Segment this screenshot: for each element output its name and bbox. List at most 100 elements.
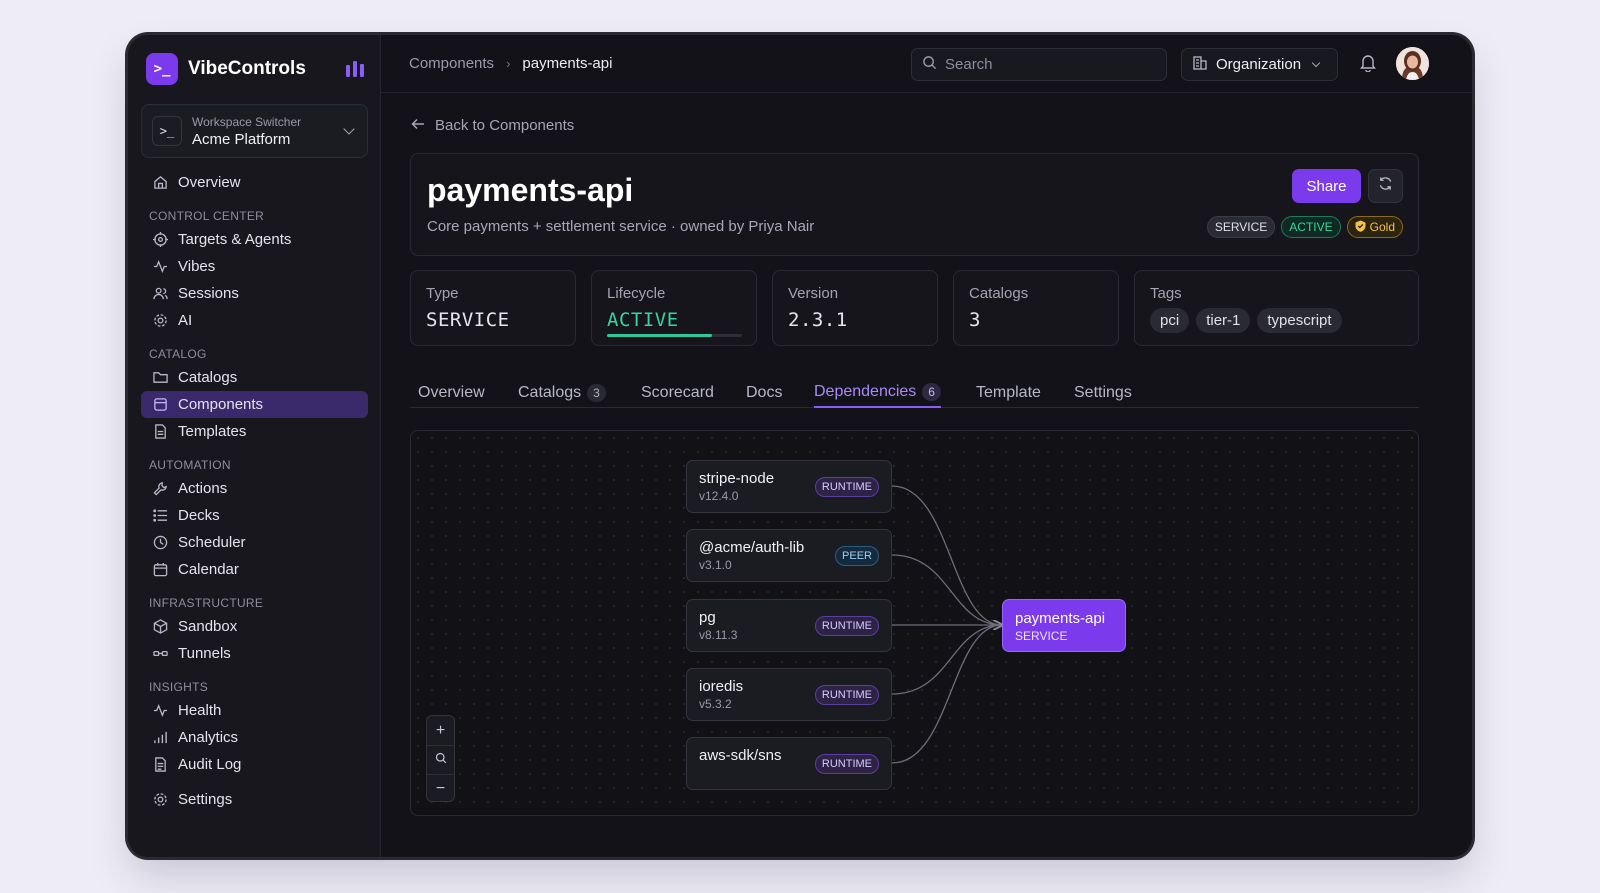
bell-icon[interactable] [1359,53,1377,77]
zoom-in-button[interactable]: + [427,716,454,745]
sidebar-item-audit-log[interactable]: Audit Log [141,751,368,778]
back-to-components-link[interactable]: Back to Components [411,117,574,134]
sidebar-item-health[interactable]: Health [141,697,368,724]
tag-chip[interactable]: tier-1 [1196,308,1251,333]
dependency-version: v8.11.3 [699,628,738,642]
dependency-name: aws-sdk/sns [699,747,782,764]
sidebar-item-label: Audit Log [178,756,242,773]
user-avatar[interactable] [1396,47,1429,80]
sidebar-item-targets-agents[interactable]: Targets & Agents [141,226,368,253]
sidebar-item-ai[interactable]: AI [141,307,368,334]
sidebar-item-overview[interactable]: Overview [141,169,368,196]
search-box[interactable] [911,48,1167,81]
tab-label: Dependencies [814,382,917,400]
dependency-name: ioredis [699,678,744,695]
nav-section-title: INFRASTRUCTURE [149,596,264,610]
wrench-icon [151,480,169,498]
tab-settings[interactable]: Settings [1074,377,1132,408]
lifecycle-progress-fill [607,334,713,337]
sidebar-item-scheduler[interactable]: Scheduler [141,529,368,556]
organization-dropdown[interactable]: Organization [1181,48,1338,81]
workspace-switcher[interactable]: >_ Workspace Switcher Acme Platform [141,104,368,158]
zoom-out-button[interactable]: − [427,774,454,803]
zoom-controls: + − [426,715,455,802]
sidebar-item-vibes[interactable]: Vibes [141,253,368,280]
graph-target-node[interactable]: payments-api SERVICE [1002,599,1126,652]
document-icon [151,756,169,774]
sidebar-item-calendar[interactable]: Calendar [141,556,368,583]
zoom-fit-button[interactable] [427,745,454,774]
nav-section-title: CONTROL CENTER [149,209,265,223]
tab-dependencies[interactable]: Dependencies 6 [814,377,941,408]
sidebar-item-label: Vibes [178,258,216,275]
dependency-node-aws-sdk-sns[interactable]: aws-sdk/sns RUNTIME [686,737,892,790]
dependency-kind-badge: RUNTIME [814,616,879,636]
tab-scorecard[interactable]: Scorecard [641,377,714,408]
brand[interactable]: >_ VibeControls [146,53,366,85]
sidebar-item-components[interactable]: Components [141,391,368,418]
tab-label: Overview [418,383,485,401]
stat-label: Catalogs [969,285,1029,302]
stat-value: 2.3.1 [788,309,848,331]
breadcrumb-components-link[interactable]: Components [409,55,494,72]
dependency-edge [891,625,1002,695]
tab-overview[interactable]: Overview [418,377,485,408]
gear-icon [151,312,169,330]
component-tabs: Overview Catalogs 3 Scorecard Docs Depen… [410,371,1419,408]
share-button[interactable]: Share [1292,169,1361,203]
tab-count-badge: 3 [587,383,606,402]
sidebar-item-templates[interactable]: Templates [141,418,368,445]
dependency-node-ioredis[interactable]: ioredis v5.3.2 RUNTIME [686,668,892,721]
sidebar-item-sessions[interactable]: Sessions [141,280,368,307]
stat-version: Version 2.3.1 [772,270,938,346]
target-icon [151,231,169,249]
dependency-version: v12.4.0 [699,489,739,503]
tag-chip[interactable]: typescript [1257,308,1342,333]
sidebar-item-settings[interactable]: Settings [141,786,368,813]
activity-bars-icon[interactable] [346,61,364,77]
stat-value: ACTIVE [607,309,679,331]
sidebar-item-label: Tunnels [178,645,231,662]
stat-type: Type SERVICE [410,270,576,346]
dependency-kind-badge: RUNTIME [814,754,879,774]
sidebar-item-actions[interactable]: Actions [141,475,368,502]
clock-icon [151,534,169,552]
tab-count-badge: 6 [922,382,941,401]
sidebar-item-sandbox[interactable]: Sandbox [141,613,368,640]
search-input[interactable] [945,56,1145,73]
refresh-button[interactable] [1368,169,1403,203]
cube-icon [151,618,169,636]
sidebar-item-label: Health [178,702,222,719]
component-header: payments-api Core payments + settlement … [410,153,1419,256]
dependency-node-stripe-node[interactable]: stripe-node v12.4.0 RUNTIME [686,460,892,513]
sidebar-item-analytics[interactable]: Analytics [141,724,368,751]
type-badge: SERVICE [1206,216,1276,238]
nav-section-title: CATALOG [149,347,207,361]
dependency-name: @acme/auth-lib [699,539,805,556]
home-icon [151,174,169,192]
sidebar-item-decks[interactable]: Decks [141,502,368,529]
component-description: Core payments + settlement service · own… [427,218,815,235]
dependency-graph[interactable]: stripe-node v12.4.0 RUNTIME @acme/auth-l… [410,430,1419,816]
sidebar-item-label: Targets & Agents [178,231,292,248]
sidebar-item-label: Sessions [178,285,239,302]
box-icon [151,396,169,414]
stat-label: Lifecycle [607,285,666,302]
sidebar-item-tunnels[interactable]: Tunnels [141,640,368,667]
tab-docs[interactable]: Docs [746,377,782,408]
tab-catalogs[interactable]: Catalogs 3 [518,377,606,408]
dependency-kind-badge: RUNTIME [814,477,879,497]
folder-icon [151,369,169,387]
sidebar-item-label: AI [178,312,193,329]
dependency-node-pg[interactable]: pg v8.11.3 RUNTIME [686,599,892,652]
breadcrumb-current: payments-api [522,55,613,72]
dependency-version: v3.1.0 [699,558,732,572]
sidebar-item-catalogs[interactable]: Catalogs [141,364,368,391]
tab-template[interactable]: Template [976,377,1041,408]
dependency-node-auth-lib[interactable]: @acme/auth-lib v3.1.0 PEER [686,529,892,582]
chevron-down-icon [343,123,355,135]
tag-chip[interactable]: pci [1150,308,1190,333]
stat-value: 3 [969,309,981,331]
arrow-left-icon [411,117,425,134]
dependency-version: v5.3.2 [699,697,732,711]
